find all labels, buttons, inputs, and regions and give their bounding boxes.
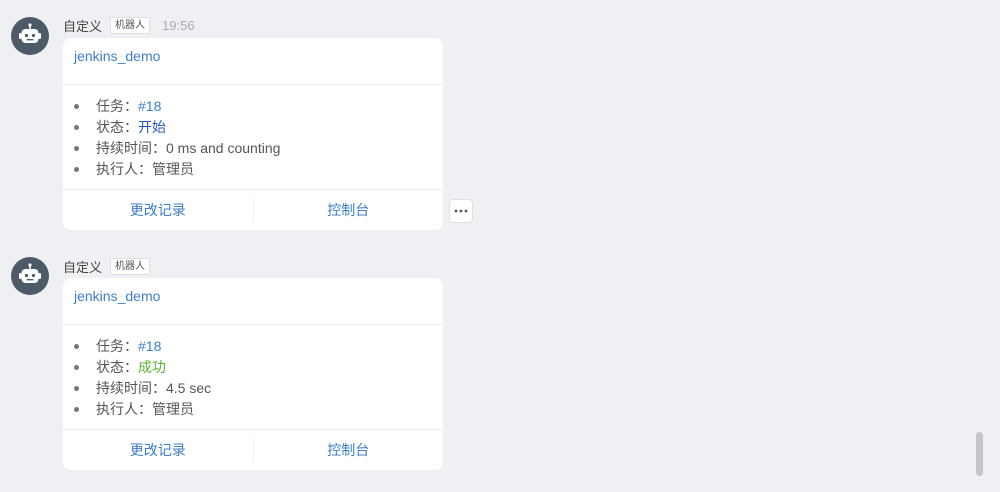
bullet-icon (74, 104, 79, 109)
changes-button[interactable]: 更改记录 (63, 438, 253, 462)
field-duration: 持续时间： 0 ms and counting (74, 138, 443, 159)
card-actions: 更改记录 控制台 (63, 430, 443, 470)
bullet-icon (74, 407, 79, 412)
executor-value: 管理员 (152, 161, 194, 177)
field-label: 任务： (96, 98, 138, 114)
card-title[interactable]: jenkins_demo (63, 38, 443, 85)
field-executor: 执行人： 管理员 (74, 159, 443, 180)
bot-badge: 机器人 (110, 16, 151, 34)
console-button[interactable]: 控制台 (254, 198, 444, 222)
field-status: 状态： 成功 (74, 357, 443, 378)
task-link[interactable]: #18 (138, 336, 161, 357)
field-label: 执行人： (96, 161, 152, 177)
field-label: 状态： (96, 119, 138, 135)
card-fields: 任务： #18 状态： 开始 持续时间： 0 ms and counting 执… (63, 85, 443, 190)
jenkins-card: jenkins_demo 任务： #18 状态： 成功 持续时间： 4.5 se… (63, 278, 443, 470)
field-label: 持续时间： (96, 140, 166, 156)
card-fields: 任务： #18 状态： 成功 持续时间： 4.5 sec 执行人： 管理员 (63, 325, 443, 430)
bullet-icon (74, 386, 79, 391)
card-actions: 更改记录 控制台 (63, 190, 443, 230)
field-task: 任务： #18 (74, 336, 443, 357)
task-link[interactable]: #18 (138, 96, 161, 117)
status-value: 开始 (138, 119, 166, 135)
field-duration: 持续时间： 4.5 sec (74, 378, 443, 399)
sender-name[interactable]: 自定义 (63, 257, 102, 276)
status-value: 成功 (138, 359, 166, 375)
message-header: 自定义 机器人 (63, 256, 162, 276)
field-status: 状态： 开始 (74, 117, 443, 138)
console-button[interactable]: 控制台 (254, 438, 444, 462)
message-header: 自定义 机器人 19:56 (63, 15, 195, 35)
more-horizontal-icon[interactable] (449, 199, 473, 223)
bullet-icon (74, 365, 79, 370)
executor-value: 管理员 (152, 401, 194, 417)
field-task: 任务： #18 (74, 96, 443, 117)
bullet-icon (74, 344, 79, 349)
field-label: 执行人： (96, 401, 152, 417)
card-title[interactable]: jenkins_demo (63, 278, 443, 325)
chat-window: 自定义 机器人 19:56 jenkins_demo 任务： #18 状态： 开… (0, 0, 1000, 492)
field-label: 持续时间： (96, 380, 166, 396)
bullet-icon (74, 125, 79, 130)
robot-icon[interactable] (11, 17, 49, 55)
field-executor: 执行人： 管理员 (74, 399, 443, 420)
scrollbar-thumb[interactable] (976, 432, 983, 476)
duration-value: 0 ms and counting (166, 140, 281, 156)
bullet-icon (74, 167, 79, 172)
sender-name[interactable]: 自定义 (63, 16, 102, 35)
bullet-icon (74, 146, 79, 151)
message-time: 19:56 (162, 17, 195, 33)
robot-icon[interactable] (11, 257, 49, 295)
jenkins-card: jenkins_demo 任务： #18 状态： 开始 持续时间： 0 ms a… (63, 38, 443, 230)
field-label: 任务： (96, 338, 138, 354)
changes-button[interactable]: 更改记录 (63, 198, 253, 222)
duration-value: 4.5 sec (166, 380, 212, 396)
field-label: 状态： (96, 359, 138, 375)
bot-badge: 机器人 (110, 257, 151, 275)
